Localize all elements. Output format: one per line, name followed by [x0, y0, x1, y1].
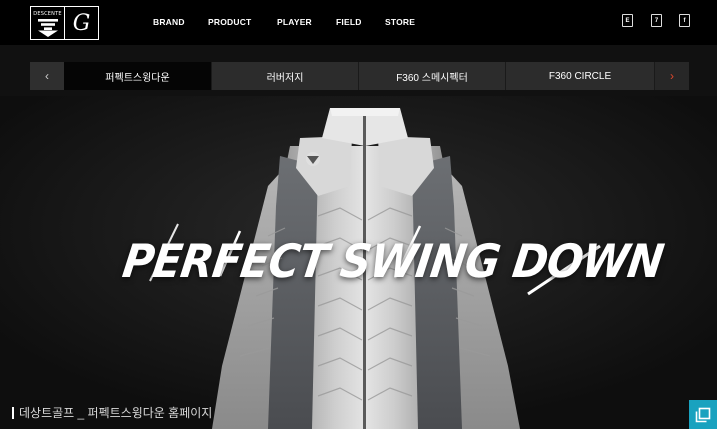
nav-player[interactable]: PLAYER	[277, 17, 312, 27]
caption-bar	[12, 406, 14, 419]
golf-g-logo: G	[72, 10, 91, 36]
calendar-icon[interactable]: 7	[651, 14, 662, 27]
descente-wordmark: DESCENTE	[33, 11, 62, 17]
hero-caption: 데상트골프 _ 퍼펙트스윙다운 홈페이지	[12, 404, 212, 421]
site-header: DESCENTE G BRAND PRODUCT PLAYER FIELD ST…	[0, 0, 717, 45]
tab-rubber-jersey[interactable]: 러버저지	[212, 62, 359, 90]
descente-logo: DESCENTE	[31, 7, 65, 39]
product-tabs: ‹ 퍼펙트스윙다운 러버저지 F360 스메시펙터 F360 CIRCLE ›	[30, 62, 689, 90]
bag-icon[interactable]: E	[622, 14, 633, 27]
brand-logo[interactable]: DESCENTE G	[30, 6, 99, 40]
tab-f360-smash[interactable]: F360 스메시펙터	[359, 62, 506, 90]
hero-headline-text: PERFECT SWING DOWN	[119, 234, 667, 288]
hero-headline: PERFECT SWING DOWN	[119, 234, 666, 294]
hero-banner: PERFECT SWING DOWN	[0, 96, 717, 429]
nav-field[interactable]: FIELD	[336, 17, 362, 27]
descente-arrows-icon	[37, 19, 58, 37]
tab-perfect-swing-down[interactable]: 퍼펙트스윙다운	[64, 62, 212, 90]
chest-logo-icon	[306, 152, 320, 166]
fullscreen-button[interactable]	[689, 400, 717, 429]
tab-prev-arrow-icon[interactable]: ‹	[30, 62, 64, 90]
facebook-icon[interactable]: f	[679, 14, 690, 27]
nav-store[interactable]: STORE	[385, 17, 415, 27]
hero-caption-text: 데상트골프 _ 퍼펙트스윙다운 홈페이지	[19, 406, 213, 420]
nav-product[interactable]: PRODUCT	[208, 17, 251, 27]
tab-f360-circle[interactable]: F360 CIRCLE	[506, 62, 655, 90]
tab-next-arrow-icon[interactable]: ›	[655, 62, 689, 90]
window-icon	[695, 407, 711, 422]
nav-brand[interactable]: BRAND	[153, 17, 185, 27]
